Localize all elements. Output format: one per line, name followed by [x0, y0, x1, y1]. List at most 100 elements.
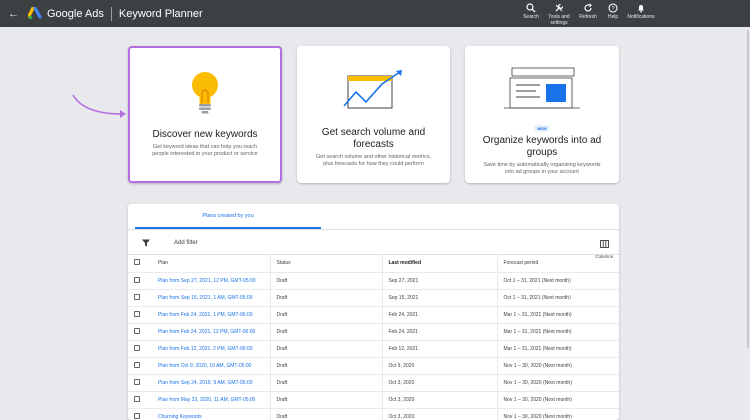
tools-settings-button[interactable]: Tools and settings [544, 0, 574, 26]
table-row[interactable]: Plan from Feb 24, 2021, 1 PM, GMT-06:00 D… [128, 306, 619, 324]
brand-name: Google Ads [47, 7, 104, 20]
help-button[interactable]: ? Help [602, 0, 624, 20]
row-checkbox[interactable] [134, 395, 140, 402]
plans-panel: Plans created by you Add filter Columns … [128, 204, 619, 420]
refresh-button[interactable]: Refresh [574, 0, 602, 20]
tab-bar: Plans created by you [128, 204, 619, 229]
plan-name-link[interactable]: Churning Keywords [152, 408, 270, 420]
table-row[interactable]: Plan from Sep 15, 2021, 1 AM, GMT-05:00 D… [128, 289, 619, 307]
scrollbar[interactable] [747, 30, 749, 348]
card-title: Get search volume and forecasts [321, 127, 426, 150]
plan-last-modified: Oct 3, 2020 [381, 374, 497, 392]
plan-status: Draft [269, 323, 382, 341]
tab-plans-created-by-you[interactable]: Plans created by you [135, 204, 321, 229]
plan-name-link[interactable]: Plan from Sep 24, 2019, 9 AM, GMT-05:00 [152, 374, 270, 392]
divider [110, 6, 112, 21]
plan-status: Draft [269, 408, 382, 420]
wrench-icon [555, 3, 564, 12]
refresh-label: Refresh [579, 14, 597, 20]
column-header-status[interactable]: Status [269, 255, 382, 273]
card-description: Save time by automatically organizing ke… [483, 162, 601, 175]
plan-status: Draft [269, 306, 382, 324]
row-checkbox[interactable] [134, 378, 140, 385]
plan-last-modified: Oct 9, 2020 [381, 357, 497, 375]
plan-name-link[interactable]: Plan from Feb 24, 2021, 1 PM, GMT-06:00 [152, 306, 270, 324]
row-checkbox[interactable] [134, 310, 140, 317]
notifications-button[interactable]: Notifications [624, 0, 658, 20]
plan-last-modified: Feb 24, 2021 [381, 323, 497, 341]
row-checkbox[interactable] [134, 276, 140, 283]
plan-name-link[interactable]: Plan from Sep 15, 2021, 1 AM, GMT-05:00 [152, 289, 270, 307]
search-label: Search [523, 14, 539, 20]
plan-status: Draft [269, 340, 382, 358]
plan-forecast-period: Nov 1 – 30, 2020 (Next month) [496, 374, 619, 392]
table-row[interactable]: Churning Keywords Draft Oct 3, 2020 Nov 1 –… [128, 408, 619, 420]
help-icon: ? [608, 3, 618, 13]
search-button[interactable]: Search [518, 0, 544, 20]
organize-keywords-card[interactable]: NEW Organize keywords into ad groups Sav… [465, 46, 619, 183]
plan-forecast-period: Oct 1 – 31, 2021 (Next month) [496, 289, 619, 307]
top-bar: ← Google Ads Keyword Planner Search Tool… [0, 0, 750, 27]
plan-name-link[interactable]: Plan from Sep 27, 2021, 12 PM, GMT-05:00 [152, 272, 270, 290]
plan-forecast-period: Mar 1 – 31, 2021 (Next month) [496, 340, 619, 358]
help-label: Help [607, 14, 619, 20]
row-checkbox[interactable] [134, 361, 140, 368]
select-all-checkbox[interactable] [134, 259, 140, 266]
plan-last-modified: Feb 12, 2021 [381, 340, 497, 358]
new-badge: NEW [534, 125, 550, 132]
bell-icon [638, 5, 644, 13]
plan-status: Draft [269, 289, 382, 307]
add-filter-button[interactable]: Add filter [174, 240, 198, 246]
card-description: Get search volume and other historical m… [316, 154, 431, 167]
plan-status: Draft [269, 357, 382, 375]
plan-last-modified: Oct 3, 2020 [381, 408, 497, 420]
plan-forecast-period: Mar 1 – 31, 2021 (Next month) [496, 323, 619, 341]
pointer-arrow-icon [72, 94, 126, 118]
plans-table: Plan Status Last modified Forecast perio… [128, 255, 619, 420]
table-row[interactable]: Plan from Sep 24, 2019, 9 AM, GMT-05:00 D… [128, 374, 619, 392]
google-ads-logo[interactable] [27, 6, 43, 20]
plan-name-link[interactable]: Plan from Oct 9, 2020, 10 AM, GMT-05:00 [152, 357, 270, 375]
filter-bar: Add filter Columns [128, 229, 619, 259]
plan-forecast-period: Oct 1 – 31, 2021 (Next month) [496, 272, 619, 290]
tools-settings-label: Tools and settings [548, 14, 570, 26]
filter-icon[interactable] [142, 239, 150, 247]
table-row[interactable]: Plan from Sep 27, 2021, 12 PM, GMT-05:00… [128, 272, 619, 290]
lightbulb-icon [192, 72, 218, 114]
table-row[interactable]: Plan from Feb 12, 2021, 2 PM, GMT-06:00 D… [128, 340, 619, 358]
column-header-forecast-period[interactable]: Forecast period [496, 255, 619, 273]
plan-status: Draft [269, 374, 382, 392]
plan-status: Draft [269, 272, 382, 290]
plan-last-modified: Sep 15, 2021 [381, 289, 497, 307]
plan-last-modified: Oct 3, 2020 [381, 391, 497, 409]
page-title: Keyword Planner [118, 7, 203, 20]
columns-icon [599, 240, 609, 248]
plan-forecast-period: Nov 1 – 30, 2020 (Next month) [496, 357, 619, 375]
card-description: Get keyword ideas that can help you reac… [152, 144, 258, 157]
row-checkbox[interactable] [134, 344, 140, 351]
plan-forecast-period: Nov 1 – 30, 2020 (Next month) [496, 391, 619, 409]
plan-last-modified: Sep 27, 2021 [381, 272, 497, 290]
row-checkbox[interactable] [134, 412, 140, 419]
plan-name-link[interactable]: Plan from May 23, 2020, 11 AM, GMT-05:00 [152, 391, 270, 409]
svg-text:?: ? [611, 6, 614, 12]
arrow-back-icon[interactable]: ← [8, 8, 20, 20]
account-switcher[interactable] [664, 0, 744, 6]
search-icon [526, 3, 536, 13]
plan-name-link[interactable]: Plan from Feb 24, 2021, 12 PM, GMT-06:00 [152, 323, 270, 341]
column-header-last-modified[interactable]: Last modified [381, 255, 497, 273]
plan-forecast-period: Nov 1 – 30, 2020 (Next month) [496, 408, 619, 420]
table-row[interactable]: Plan from Oct 9, 2020, 10 AM, GMT-05:00 D… [128, 357, 619, 375]
table-row[interactable]: Plan from May 23, 2020, 11 AM, GMT-05:00… [128, 391, 619, 409]
row-checkbox[interactable] [134, 327, 140, 334]
plan-forecast-period: Mar 1 – 31, 2021 (Next month) [496, 306, 619, 324]
notifications-label: Notifications [627, 14, 655, 20]
discover-keywords-card[interactable]: Discover new keywords Get keyword ideas … [128, 46, 282, 183]
table-row[interactable]: Plan from Feb 24, 2021, 12 PM, GMT-06:00… [128, 323, 619, 341]
column-header-plan[interactable]: Plan [152, 255, 270, 273]
table-header-row: Plan Status Last modified Forecast perio… [128, 255, 619, 273]
card-title: Discover new keywords [152, 129, 258, 140]
row-checkbox[interactable] [134, 293, 140, 300]
plan-name-link[interactable]: Plan from Feb 12, 2021, 2 PM, GMT-06:00 [152, 340, 270, 358]
search-volume-card[interactable]: Get search volume and forecasts Get sear… [297, 46, 450, 183]
